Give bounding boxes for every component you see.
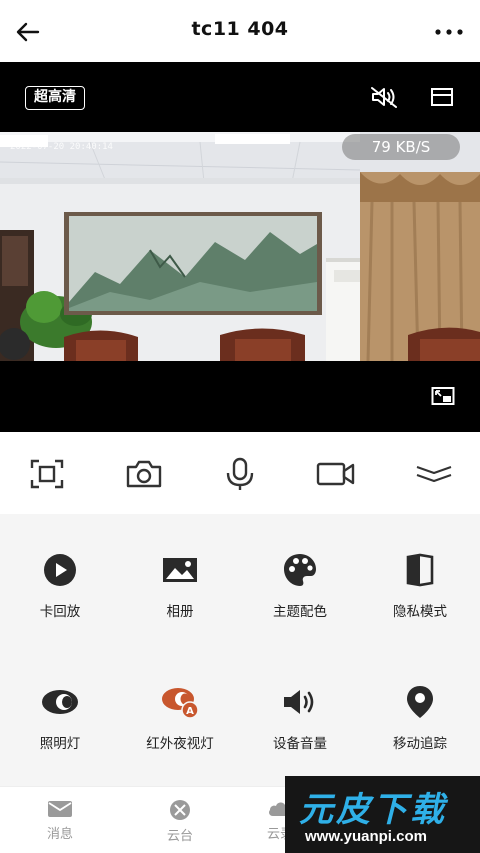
nav-item-ptz[interactable]: 云台 (140, 799, 220, 844)
device-volume-item[interactable]: 设备音量 (240, 646, 360, 756)
snapshot-button[interactable] (124, 454, 164, 494)
function-label: 卡回放 (39, 604, 81, 620)
camera-feed[interactable] (0, 132, 480, 361)
playback-controls (0, 432, 480, 514)
light-item[interactable]: 照明灯 (0, 646, 120, 756)
page-title: tc11 404 (191, 18, 289, 40)
function-label: 设备音量 (273, 736, 327, 752)
play-circle-icon (40, 550, 80, 590)
card-playback-item[interactable]: 卡回放 (0, 514, 120, 624)
image-icon (160, 550, 200, 590)
video-player[interactable]: 超高清 79 KB/S 2022-07-20 20:40:14 (0, 62, 480, 432)
album-item[interactable]: 相册 (120, 514, 240, 624)
nav-item-messages[interactable]: 消息 (20, 799, 100, 842)
top-app-bar: tc11 404 (0, 0, 480, 62)
camera-scene-image (0, 132, 480, 361)
function-label: 主题配色 (273, 604, 327, 620)
volume-icon (280, 682, 320, 722)
microphone-icon (226, 457, 254, 490)
nav-label: 消息 (46, 827, 73, 842)
function-label: 隐私模式 (393, 604, 447, 620)
picture-in-picture-icon (431, 387, 455, 405)
night-vision-item[interactable]: A 红外夜视灯 (120, 646, 240, 756)
picture-in-picture-button[interactable] (430, 385, 456, 407)
motion-tracking-item[interactable]: 移动追踪 (360, 646, 480, 756)
function-label: 红外夜视灯 (146, 736, 214, 752)
privacy-mode-item[interactable]: 隐私模式 (360, 514, 480, 624)
talk-button[interactable] (220, 454, 260, 494)
theme-color-item[interactable]: 主题配色 (240, 514, 360, 624)
chevron-double-down-icon (416, 466, 452, 482)
bitrate-indicator: 79 KB/S (342, 134, 460, 160)
location-pin-icon (400, 682, 440, 722)
night-vision-icon: A (160, 682, 200, 722)
function-label: 相册 (166, 604, 194, 620)
window-layout-icon (431, 88, 453, 106)
svg-text:A: A (186, 706, 194, 717)
watermark-brand: 元皮下载 (299, 790, 447, 830)
scan-frame-icon (30, 459, 64, 489)
layout-toggle-button[interactable] (424, 82, 460, 112)
palette-icon (280, 550, 320, 590)
privacy-shield-icon (400, 550, 440, 590)
more-dots-icon (435, 29, 463, 35)
ptz-icon (170, 800, 190, 820)
more-options-button[interactable] (432, 16, 466, 48)
watermark-url: www.yuanpi.com (305, 828, 427, 845)
function-grid: 卡回放 相册 主题配色 隐私模式 照明灯 A 红外夜视灯 设备音量 移动追踪 (0, 514, 480, 786)
mute-button[interactable] (366, 82, 402, 112)
message-icon (48, 801, 72, 817)
screenshot-frame-button[interactable] (27, 454, 67, 494)
nav-label: 云台 (166, 829, 193, 844)
speaker-muted-icon (371, 87, 397, 108)
function-label: 照明灯 (39, 736, 81, 752)
function-label: 移动追踪 (393, 736, 447, 752)
video-camera-icon (316, 462, 355, 486)
record-button[interactable] (316, 454, 356, 494)
eye-light-icon (40, 682, 80, 722)
video-timestamp: 2022-07-20 20:40:14 (10, 142, 113, 152)
collapse-controls-button[interactable] (414, 454, 454, 494)
camera-icon (126, 460, 162, 488)
quality-button[interactable]: 超高清 (25, 86, 85, 110)
watermark-logo: 元皮下载 www.yuanpi.com (285, 776, 480, 853)
